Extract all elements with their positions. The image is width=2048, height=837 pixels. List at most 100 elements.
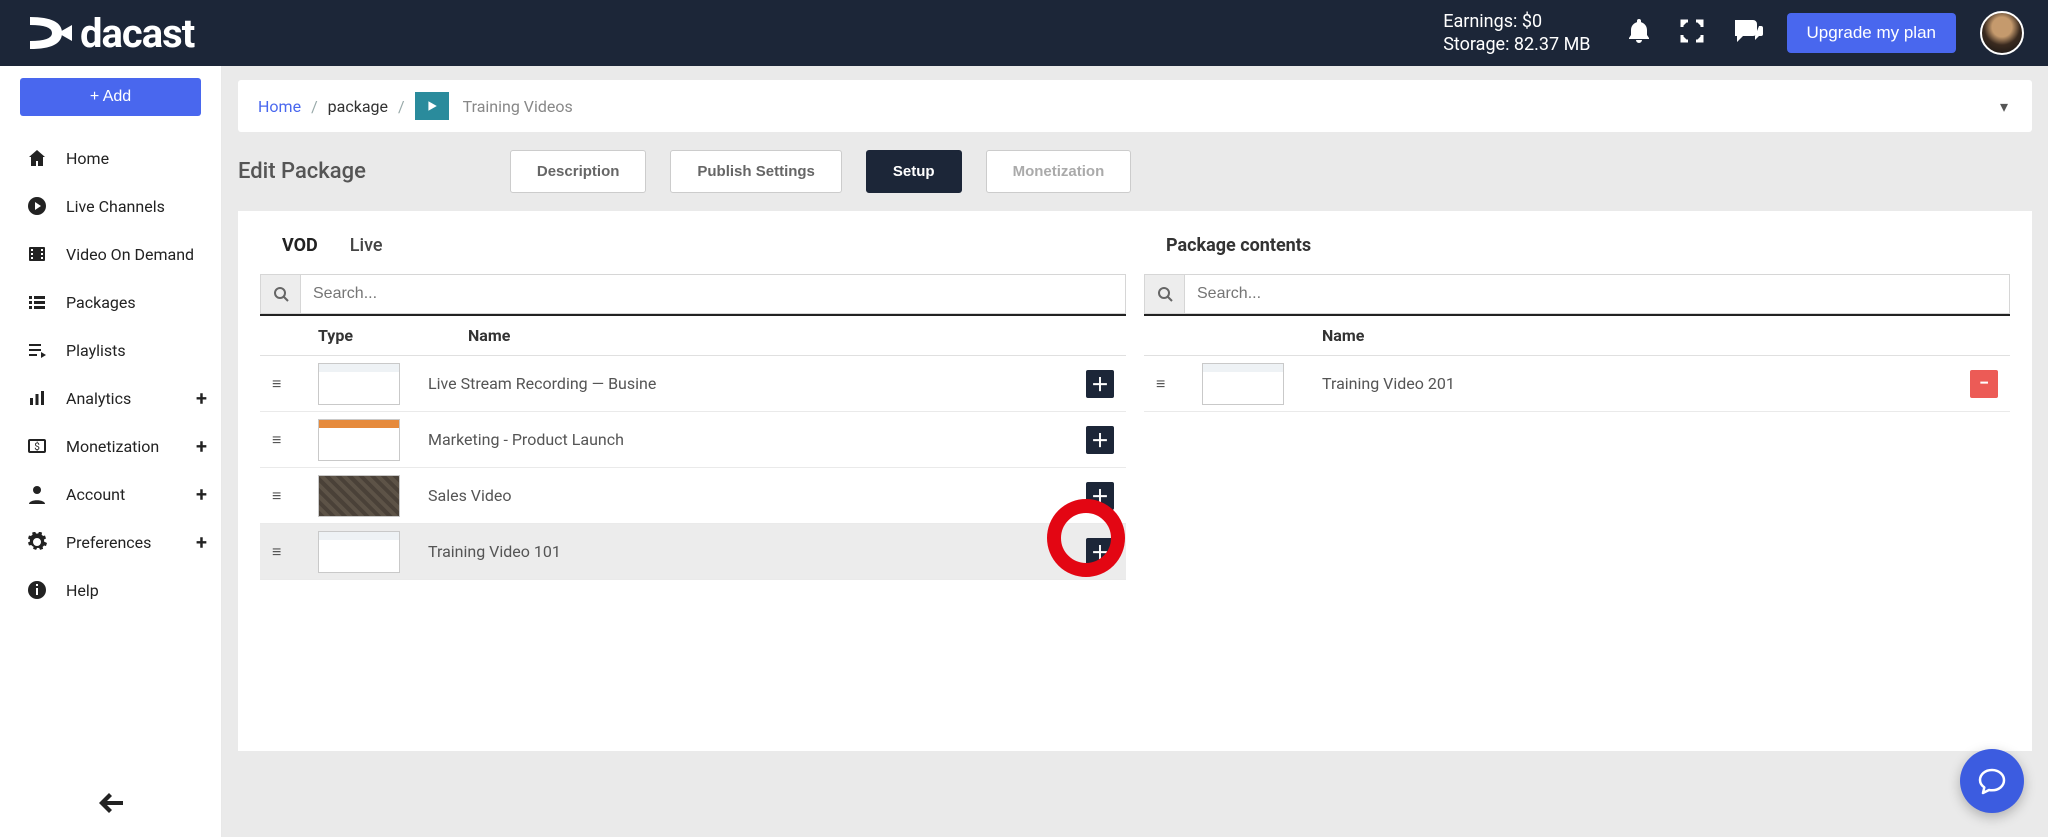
sidebar-item-label: Live Channels [66, 197, 165, 216]
search-icon [1145, 275, 1185, 313]
row-name: Sales Video [408, 486, 1086, 505]
storage-text: Storage: 82.37 MB [1443, 33, 1590, 56]
thumbnail [1202, 363, 1284, 405]
info-icon [26, 580, 48, 600]
home-icon [26, 148, 48, 168]
sidebar-item-account[interactable]: Account + [0, 470, 221, 518]
subtab-live[interactable]: Live [350, 235, 383, 256]
avatar[interactable] [1980, 11, 2024, 55]
sidebar-item-monetization[interactable]: $ Monetization + [0, 422, 221, 470]
bell-icon[interactable] [1627, 17, 1651, 49]
available-search-input[interactable] [301, 285, 1125, 303]
list-icon [26, 292, 48, 312]
tab-setup[interactable]: Setup [866, 150, 962, 193]
breadcrumb-home[interactable]: Home [258, 97, 301, 116]
col-type: Type [318, 326, 428, 345]
brand-mark-icon [28, 11, 72, 55]
thumbnail [318, 363, 400, 405]
sidebar-item-label: Help [66, 581, 99, 600]
add-to-package-button[interactable]: ＋ [1086, 538, 1114, 566]
contents-search [1144, 274, 2010, 314]
sidebar-item-preferences[interactable]: Preferences + [0, 518, 221, 566]
col-name: Name [428, 326, 1054, 345]
bar-chart-icon [26, 388, 48, 408]
table-row: ≡ Training Video 201 − [1144, 356, 2010, 412]
breadcrumb: Home / package / Training Videos ▾ [238, 80, 2032, 132]
usage-readout: Earnings: $0 Storage: 82.37 MB [1443, 10, 1590, 57]
row-name: Training Video 201 [1292, 374, 1970, 393]
table-row: ≡ Sales Video ＋ [260, 468, 1126, 524]
sidebar-item-label: Preferences [66, 533, 151, 552]
sidebar-item-analytics[interactable]: Analytics + [0, 374, 221, 422]
sidebar-item-home[interactable]: Home [0, 134, 221, 182]
sidebar-item-label: Account [66, 485, 125, 504]
play-chip-icon [415, 92, 449, 120]
add-to-package-button[interactable]: ＋ [1086, 482, 1114, 510]
expand-icon[interactable]: + [196, 530, 207, 554]
table-row: ≡ Training Video 101 ＋ [260, 524, 1126, 580]
breadcrumb-sep: / [311, 97, 318, 116]
add-to-package-button[interactable]: ＋ [1086, 370, 1114, 398]
remove-from-package-button[interactable]: − [1970, 370, 1998, 398]
package-contents-panel: Package contents Name ≡ Training [1144, 235, 2010, 727]
col-name: Name [1312, 326, 1938, 345]
tab-publish-settings[interactable]: Publish Settings [670, 150, 842, 193]
drag-handle-icon[interactable]: ≡ [272, 542, 318, 562]
playlist-icon [26, 340, 48, 360]
sidebar-item-label: Video On Demand [66, 245, 194, 264]
row-name: Marketing - Product Launch [408, 430, 1086, 449]
svg-text:$: $ [34, 440, 40, 453]
subtab-vod[interactable]: VOD [282, 235, 318, 256]
add-to-package-button[interactable]: ＋ [1086, 426, 1114, 454]
available-table-header: Type Name [260, 314, 1126, 356]
table-row: ≡ Marketing - Product Launch ＋ [260, 412, 1126, 468]
drag-handle-icon[interactable]: ≡ [272, 374, 318, 394]
gear-icon [26, 532, 48, 552]
sidebar-item-live[interactable]: Live Channels [0, 182, 221, 230]
sidebar: + Add Home Live Channels Video On Demand… [0, 66, 222, 837]
expand-icon[interactable]: + [196, 386, 207, 410]
sidebar-item-label: Packages [66, 293, 136, 312]
thumbnail [318, 475, 400, 517]
brand-name: dacast [80, 10, 194, 57]
expand-icon[interactable]: + [196, 482, 207, 506]
brand-logo[interactable]: dacast [28, 10, 194, 57]
arrow-left-icon [99, 793, 123, 813]
page-title: Edit Package [238, 159, 366, 184]
tab-monetization[interactable]: Monetization [986, 150, 1132, 193]
expand-icon[interactable]: + [196, 434, 207, 458]
drag-handle-icon[interactable]: ≡ [272, 486, 318, 506]
chat-bubble-icon [1977, 766, 2007, 796]
play-circle-icon [26, 196, 48, 216]
sidebar-item-label: Monetization [66, 437, 159, 456]
sidebar-item-packages[interactable]: Packages [0, 278, 221, 326]
dollar-icon: $ [26, 436, 48, 456]
sidebar-item-label: Analytics [66, 389, 131, 408]
panel-title: Package contents [1144, 235, 2010, 274]
breadcrumb-current: Training Videos [463, 97, 573, 116]
contents-table-header: Name [1144, 314, 2010, 356]
row-name: Training Video 101 [408, 542, 1086, 561]
fullscreen-icon[interactable] [1679, 18, 1705, 48]
add-button[interactable]: + Add [20, 78, 201, 116]
sidebar-item-label: Home [66, 149, 109, 168]
sidebar-item-label: Playlists [66, 341, 126, 360]
row-name: Live Stream Recording — Busine [408, 374, 1086, 393]
upgrade-button[interactable]: Upgrade my plan [1787, 13, 1956, 53]
sidebar-back-button[interactable] [0, 781, 221, 837]
available-content-panel: VOD Live Type Name ≡ [260, 235, 1126, 727]
breadcrumb-sep: / [398, 97, 405, 116]
earnings-text: Earnings: $0 [1443, 10, 1590, 33]
breadcrumb-package[interactable]: package [328, 97, 388, 116]
chat-icon[interactable] [1733, 18, 1763, 48]
drag-handle-icon[interactable]: ≡ [1156, 374, 1202, 394]
sidebar-item-vod[interactable]: Video On Demand [0, 230, 221, 278]
contents-search-input[interactable] [1185, 285, 2009, 303]
thumbnail [318, 531, 400, 573]
sidebar-item-help[interactable]: Help [0, 566, 221, 614]
tab-description[interactable]: Description [510, 150, 647, 193]
support-chat-button[interactable] [1960, 749, 2024, 813]
dropdown-caret-icon[interactable]: ▾ [2000, 97, 2008, 116]
sidebar-item-playlists[interactable]: Playlists [0, 326, 221, 374]
drag-handle-icon[interactable]: ≡ [272, 430, 318, 450]
